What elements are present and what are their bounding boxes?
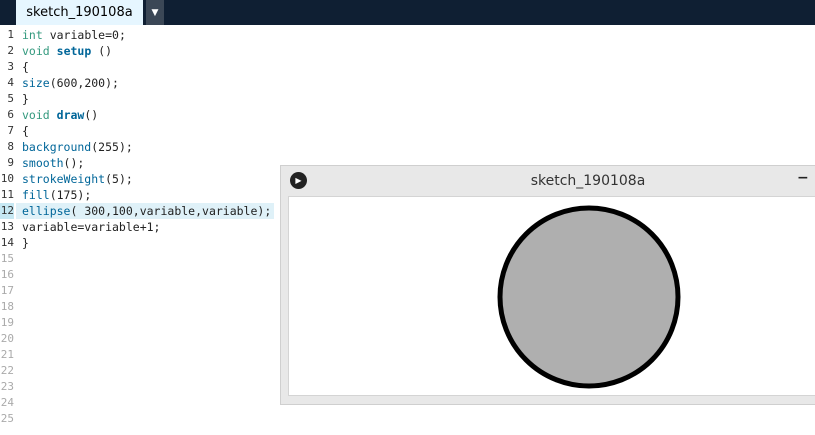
- code-line[interactable]: variable=variable+1;: [22, 219, 160, 235]
- line-number: 16: [0, 268, 14, 281]
- code-token: void: [22, 108, 50, 122]
- sketch-canvas: [288, 196, 815, 396]
- code-token: (5);: [105, 172, 133, 186]
- tab-sketch[interactable]: sketch_190108a: [16, 0, 143, 25]
- line-number: 3: [7, 60, 14, 73]
- line-number: 4: [7, 76, 14, 89]
- minimize-button[interactable]: −: [797, 170, 809, 186]
- dropdown-triangle-icon: ▼: [151, 7, 159, 18]
- code-line[interactable]: void setup (): [22, 43, 112, 59]
- code-line[interactable]: fill(175);: [22, 187, 91, 203]
- line-number: 10: [0, 172, 14, 185]
- code-token: void: [22, 44, 50, 58]
- code-token: }: [22, 92, 29, 106]
- line-number: 22: [0, 364, 14, 377]
- code-line[interactable]: background(255);: [22, 139, 133, 155]
- code-token: strokeWeight: [22, 172, 106, 186]
- code-token: {: [22, 124, 29, 138]
- code-token: ( 300,100,variable,variable);: [70, 204, 272, 218]
- line-number: 21: [0, 348, 14, 361]
- code-line[interactable]: smooth();: [22, 155, 84, 171]
- canvas-svg: [497, 205, 681, 389]
- line-number: 24: [0, 396, 14, 409]
- code-line[interactable]: ellipse( 300,100,variable,variable);: [16, 203, 274, 219]
- line-number: 18: [0, 300, 14, 313]
- code-line[interactable]: }: [22, 235, 29, 251]
- code-token: draw: [56, 108, 85, 122]
- tab-menu-button[interactable]: ▼: [146, 0, 164, 25]
- code-token: (600,200);: [49, 76, 119, 90]
- code-token: background: [22, 140, 92, 154]
- code-token: int: [22, 28, 43, 42]
- sketch-window-title: sketch_190108a: [530, 173, 646, 189]
- code-line[interactable]: strokeWeight(5);: [22, 171, 133, 187]
- code-line[interactable]: int variable=0;: [22, 27, 126, 43]
- code-token: (): [84, 108, 99, 122]
- line-number: 19: [0, 316, 14, 329]
- code-token: size: [22, 76, 50, 90]
- line-number-gutter: 1 2 3 4 5 6 7 8 9 10 11 12 13 14 15 16 17 18 19 20 21 22 23 24 2…: [0, 25, 16, 435]
- tab-label: sketch_190108a: [26, 5, 133, 20]
- line-number: 8: [7, 140, 14, 153]
- code-line[interactable]: {: [22, 123, 29, 139]
- line-number: 14: [0, 236, 14, 249]
- code-token: smooth: [22, 156, 64, 170]
- code-token: {: [22, 60, 29, 74]
- code-token: setup: [56, 44, 92, 58]
- line-number: 6: [7, 108, 14, 121]
- line-number: 13: [0, 220, 14, 233]
- line-number: 12: [0, 203, 14, 219]
- line-number: 9: [7, 156, 14, 169]
- line-number: 20: [0, 332, 14, 345]
- code-token: fill: [22, 188, 50, 202]
- code-token: variable=variable+1;: [22, 220, 161, 234]
- line-number: 7: [7, 124, 14, 137]
- sketch-window-header: ▶ sketch_190108a −: [281, 166, 815, 194]
- code-token: (255);: [91, 140, 133, 154]
- code-line[interactable]: }: [22, 91, 29, 107]
- line-number: 5: [7, 92, 14, 105]
- code-token: }: [22, 236, 29, 250]
- line-number: 17: [0, 284, 14, 297]
- code-line[interactable]: {: [22, 59, 29, 75]
- line-number: 2: [7, 44, 14, 57]
- code-token: (): [91, 44, 113, 58]
- line-number: 15: [0, 252, 14, 265]
- code-token: (175);: [49, 188, 92, 202]
- ellipse-shape: [497, 205, 681, 389]
- code-line[interactable]: void draw(): [22, 107, 98, 123]
- code-line[interactable]: size(600,200);: [22, 75, 119, 91]
- code-token: variable=0;: [42, 28, 126, 42]
- line-number: 25: [0, 412, 14, 425]
- line-number: 23: [0, 380, 14, 393]
- line-number: 11: [0, 188, 14, 201]
- code-token: ellipse: [22, 204, 71, 218]
- code-token: ();: [63, 156, 85, 170]
- tab-bar: sketch_190108a ▼: [0, 0, 815, 25]
- line-number: 1: [7, 28, 14, 41]
- sketch-window: ▶ sketch_190108a −: [280, 165, 815, 405]
